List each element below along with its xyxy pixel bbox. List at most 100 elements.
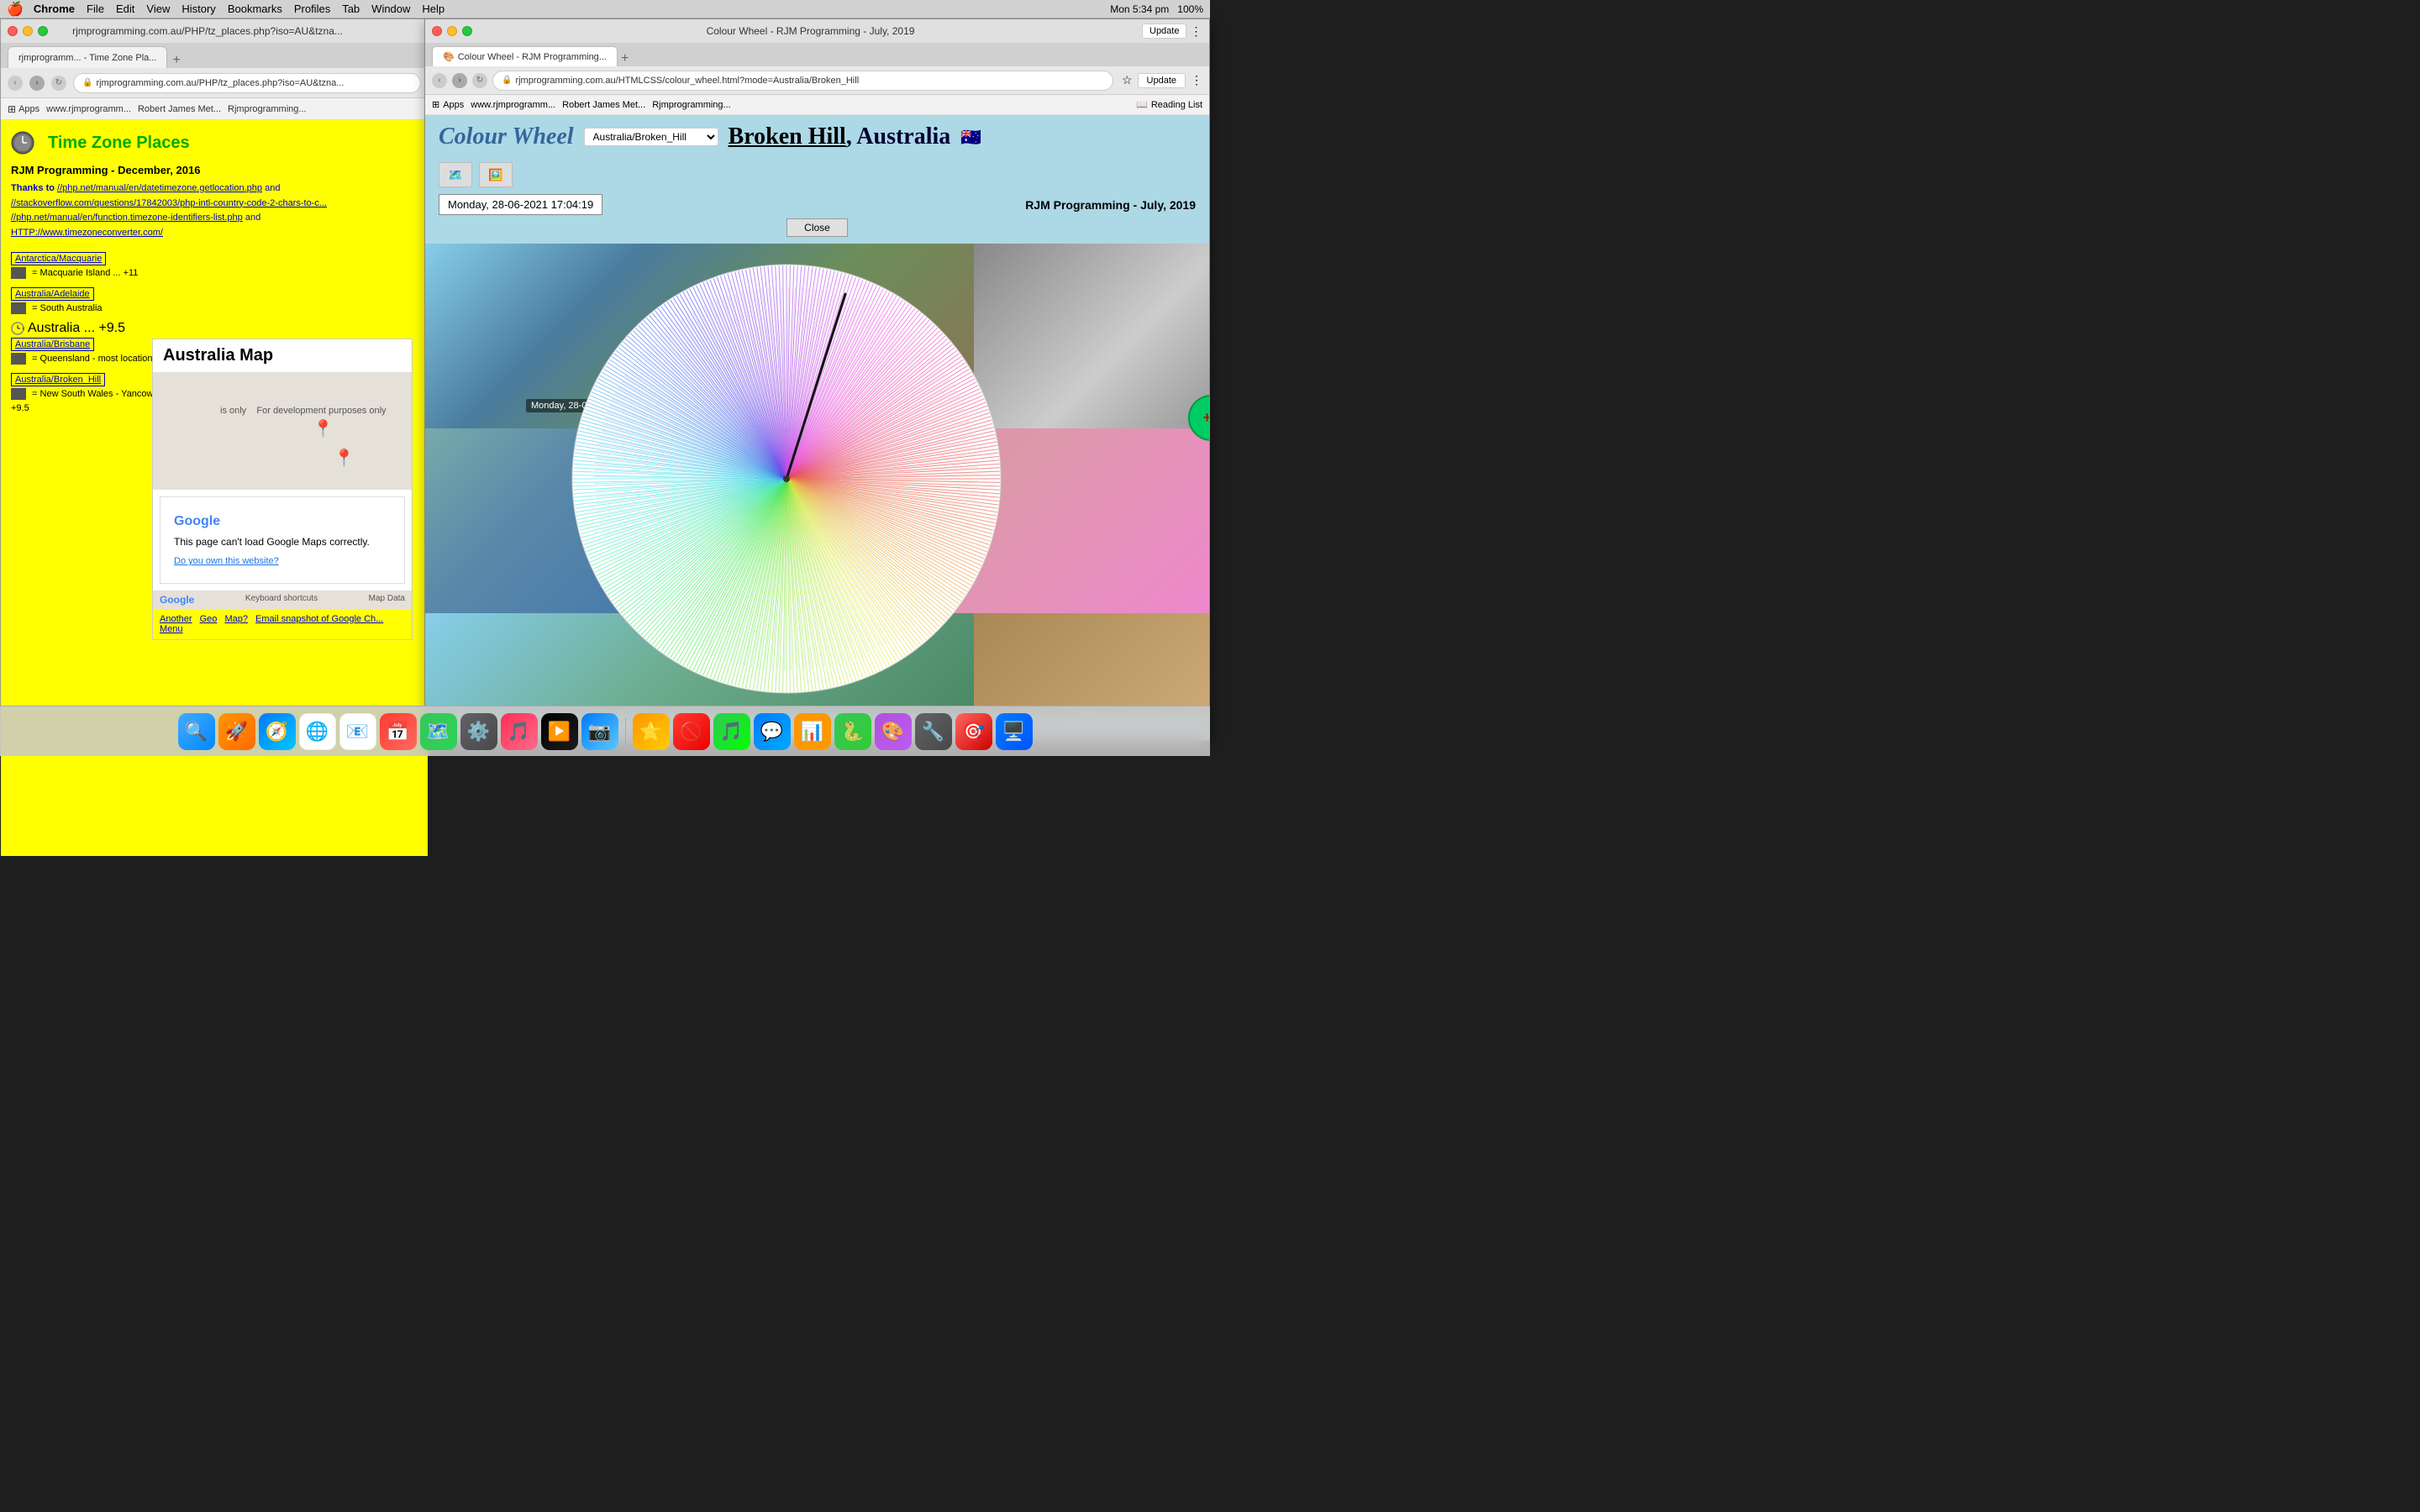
bookmark-apps[interactable]: ⊞ Apps (8, 103, 39, 115)
dock-mail[interactable]: 📧 (339, 713, 376, 750)
fg-bookmark-3[interactable]: Rjmprogramming... (652, 100, 731, 110)
cw-close-area: Close (425, 218, 1209, 237)
back-button[interactable]: ‹ (8, 76, 23, 91)
bookmark-1[interactable]: www.rjmprogramm... (46, 104, 131, 114)
fg-bookmark-2[interactable]: Robert James Met... (562, 100, 645, 110)
minimize-button[interactable] (23, 26, 33, 36)
bg-title-bar: rjmprogramming.com.au/PHP/tz_places.php?… (1, 19, 428, 43)
menubar-chrome[interactable]: Chrome (34, 3, 75, 15)
reading-list-button[interactable]: 📖 Reading List (1136, 99, 1202, 110)
menubar-window[interactable]: Window (371, 3, 410, 15)
reload-button[interactable]: ↻ (51, 76, 66, 91)
cw-photo-icon-1[interactable]: 🗺️ (439, 162, 472, 187)
link1[interactable]: //php.net/manual/en/datetimezone.getloca… (57, 183, 262, 193)
dock-app4[interactable]: 💬 (754, 713, 791, 750)
tz-item-adelaide: Australia/Adelaide = South Australia (11, 286, 418, 314)
email-link[interactable]: Email snapshot of Google Ch... (255, 614, 383, 624)
fg-update-button[interactable]: Update (1138, 73, 1186, 88)
bg-address-bar[interactable]: 🔒 rjmprogramming.com.au/PHP/tz_places.ph… (73, 73, 421, 93)
dock-maps[interactable]: 🗺️ (420, 713, 457, 750)
link2[interactable]: //stackoverflow.com/questions/17842003/p… (11, 198, 327, 208)
menu-link[interactable]: Menu (160, 624, 183, 634)
update-button[interactable]: Update (1142, 24, 1186, 39)
fg-close-button[interactable] (432, 26, 442, 36)
fg-bookmarks-bar: ⊞ Apps www.rjmprogramm... Robert James M… (425, 95, 1209, 115)
fg-forward-button[interactable]: › (452, 73, 467, 88)
dock-app1[interactable]: ⭐ (633, 713, 670, 750)
fg-bookmark-1[interactable]: www.rjmprogramm... (471, 100, 555, 110)
dock-calendar[interactable]: 📅 (380, 713, 417, 750)
link3[interactable]: //php.net/manual/en/function.timezone-id… (11, 213, 243, 223)
map-link[interactable]: Map? (224, 614, 248, 624)
dock-app5[interactable]: 📊 (794, 713, 831, 750)
dock-app6[interactable]: 🐍 (834, 713, 871, 750)
australia-flag: 🇦🇺 (960, 127, 981, 148)
fg-apps-label: Apps (443, 100, 464, 110)
fg-bookmark-apps[interactable]: ⊞ Apps (432, 99, 464, 110)
menubar-battery: 100% (1177, 3, 1203, 15)
fg-address-bar[interactable]: 🔒 rjmprogramming.com.au/HTMLCSS/colour_w… (492, 71, 1113, 91)
link4[interactable]: HTTP://www.timezoneconverter.com/ (11, 228, 163, 238)
apple-menu[interactable]: 🍎 (7, 1, 24, 18)
new-tab-button[interactable]: + (172, 53, 180, 68)
dock-app8[interactable]: 🔧 (915, 713, 952, 750)
cw-photo-icon-2[interactable]: 🖼️ (479, 162, 513, 187)
another-link[interactable]: Another (160, 614, 192, 624)
forward-button[interactable]: › (29, 76, 45, 91)
fg-reload-button[interactable]: ↻ (472, 73, 487, 88)
dock-app3[interactable]: 🎵 (713, 713, 750, 750)
dock-launchpad[interactable]: 🚀 (218, 713, 255, 750)
map-question-link[interactable]: Do you own this website? (174, 556, 391, 566)
fg-browser-toolbar: ‹ › ↻ 🔒 rjmprogramming.com.au/HTMLCSS/co… (425, 66, 1209, 95)
menubar-time: Mon 5:34 pm (1110, 3, 1169, 15)
timezone-logo-icon (11, 129, 45, 157)
menubar-help[interactable]: Help (422, 3, 445, 15)
menubar-bookmarks[interactable]: Bookmarks (228, 3, 282, 15)
dock-app10[interactable]: 🖥️ (996, 713, 1033, 750)
fg-star-icon[interactable]: ☆ (1122, 73, 1133, 87)
menubar-tab[interactable]: Tab (342, 3, 360, 15)
map-keyboard-shortcuts[interactable]: Keyboard shortcuts (245, 594, 318, 606)
fg-new-tab-button[interactable]: + (621, 51, 629, 66)
dock-chrome[interactable]: 🌐 (299, 713, 336, 750)
fg-minimize-button[interactable] (447, 26, 457, 36)
dock-quicktime[interactable]: ▶️ (541, 713, 578, 750)
fg-back-button[interactable]: ‹ (432, 73, 447, 88)
tz-link-broken-hill[interactable]: Australia/Broken_Hill (11, 373, 105, 386)
bg-tab-active[interactable]: rjmprogramm... - Time Zone Pla... (8, 46, 167, 68)
menubar-history[interactable]: History (182, 3, 215, 15)
dock-safari[interactable]: 🧭 (259, 713, 296, 750)
tz-link-macquarie[interactable]: Antarctica/Macquarie (11, 252, 106, 265)
dock-music[interactable]: 🎵 (501, 713, 538, 750)
cw-close-button[interactable]: Close (786, 218, 848, 237)
broken-hill-link[interactable]: Broken Hill (729, 123, 846, 150)
dock-app9[interactable]: 🎯 (955, 713, 992, 750)
close-button[interactable] (8, 26, 18, 36)
map-pin-1: 📍 (313, 418, 334, 439)
menubar-profiles[interactable]: Profiles (294, 3, 330, 15)
dock-facetime[interactable]: 📷 (581, 713, 618, 750)
cw-info-icons: 🗺️ 🖼️ (425, 159, 1209, 191)
more-options-icon[interactable]: ⋮ (1190, 24, 1202, 39)
island-text: Island ... +11 (86, 268, 138, 278)
menubar-view[interactable]: View (146, 3, 170, 15)
geo-link[interactable]: Geo (200, 614, 218, 624)
fullscreen-button[interactable] (38, 26, 48, 36)
south-text: South (40, 303, 65, 313)
dock-app7[interactable]: 🎨 (875, 713, 912, 750)
dock-settings[interactable]: ⚙️ (460, 713, 497, 750)
dock-app2[interactable]: 🚫 (673, 713, 710, 750)
bookmark-3[interactable]: Rjmprogramming... (228, 104, 307, 114)
menubar-edit[interactable]: Edit (116, 3, 134, 15)
fg-fullscreen-button[interactable] (462, 26, 472, 36)
timezone-title-text: Time Zone Places (48, 134, 190, 153)
menubar-file[interactable]: File (87, 3, 104, 15)
bookmark-2[interactable]: Robert James Met... (138, 104, 221, 114)
dock-finder[interactable]: 🔍 (178, 713, 215, 750)
cw-location-select[interactable]: Australia/Broken_Hill (584, 128, 718, 146)
fg-more-icon[interactable]: ⋮ (1191, 73, 1202, 87)
fg-tab-active[interactable]: 🎨 Colour Wheel - RJM Programming... (432, 46, 618, 66)
tz-link-brisbane[interactable]: Australia/Brisbane (11, 338, 94, 351)
map-dev-notice: is only For development purposes only (220, 406, 387, 416)
tz-link-adelaide[interactable]: Australia/Adelaide (11, 287, 94, 301)
